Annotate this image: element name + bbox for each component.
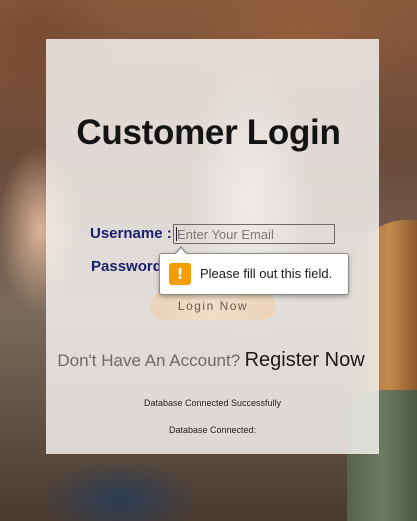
signup-question: Don't Have An Account? [57,351,241,370]
page-title: Customer Login [76,113,341,152]
text-caret [176,227,177,241]
validation-tooltip: ! Please fill out this field. [159,246,349,295]
signup-prompt: Don't Have An Account? Register Now [56,348,366,374]
db-status-label: Database Connected: [168,425,257,435]
validation-message: Please fill out this field. [200,266,333,281]
username-input[interactable] [173,224,335,244]
username-label: Username : [90,225,172,242]
login-card [46,39,379,454]
warning-icon: ! [169,263,191,285]
password-label: Password [91,258,162,275]
login-button[interactable]: Login Now [150,292,276,320]
db-status-message: Database Connected Successfully [143,398,282,408]
register-link[interactable]: Register Now [245,349,365,371]
